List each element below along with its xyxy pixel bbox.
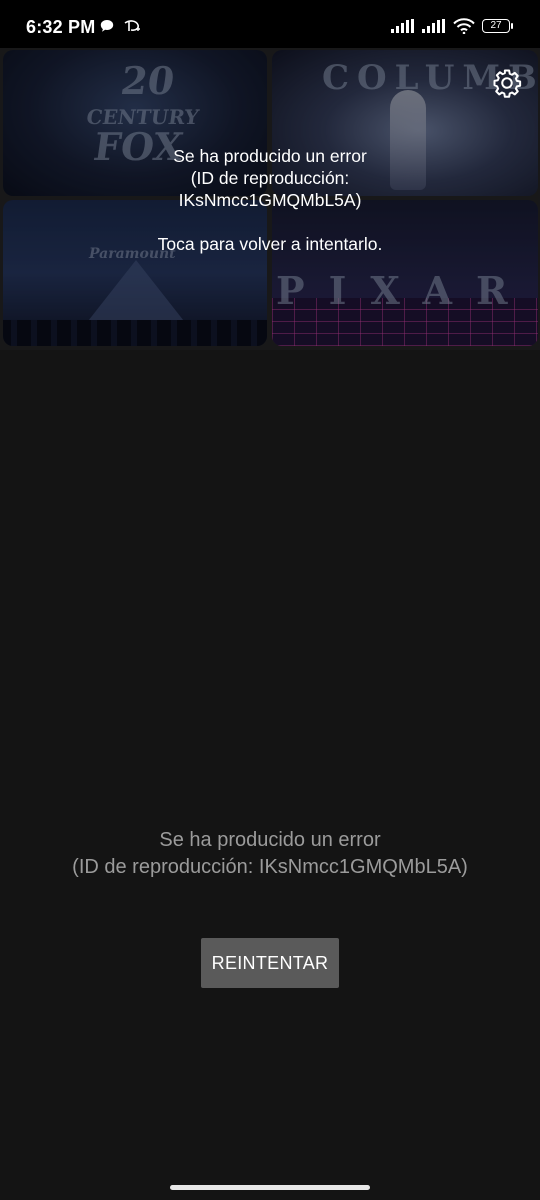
gear-icon[interactable]	[492, 68, 522, 98]
retry-button[interactable]: REINTENTAR	[201, 938, 339, 988]
status-time: 6:32 PM	[26, 17, 96, 37]
wifi-icon	[453, 18, 475, 34]
home-indicator[interactable]	[170, 1185, 370, 1190]
disney-plus-icon	[124, 20, 140, 31]
video-player[interactable]: 20CENTURYFOX COLUMBIA Paramount PIXAR Se…	[0, 48, 540, 350]
status-bar: 6:32 PM 27	[0, 0, 540, 48]
chat-bubble-icon	[100, 20, 114, 32]
signal-icon	[391, 19, 414, 33]
player-error-line2: (ID de reproducción:	[190, 168, 350, 188]
signal-icon	[422, 19, 445, 33]
system-status-icons: 27	[391, 18, 513, 34]
player-retry-hint: Toca para volver a intentarlo.	[157, 234, 383, 254]
notification-icons	[99, 18, 141, 34]
player-error-line3: IKsNmcc1GMQMbL5A)	[178, 190, 362, 210]
player-error-message[interactable]: Se ha producido un error (ID de reproduc…	[0, 145, 540, 255]
player-error-line1: Se ha producido un error	[173, 146, 367, 166]
content-error-line2: (ID de reproducción: IKsNmcc1GMQMbL5A)	[72, 856, 468, 878]
content-error-line1: Se ha producido un error	[159, 829, 381, 851]
content-error-message: Se ha producido un error (ID de reproduc…	[0, 827, 540, 881]
battery-level: 27	[490, 20, 502, 31]
battery-icon: 27	[482, 19, 513, 33]
app-screen: 6:32 PM 27 20 CENTURY FOX COLUMB Paramou…	[0, 0, 540, 1200]
